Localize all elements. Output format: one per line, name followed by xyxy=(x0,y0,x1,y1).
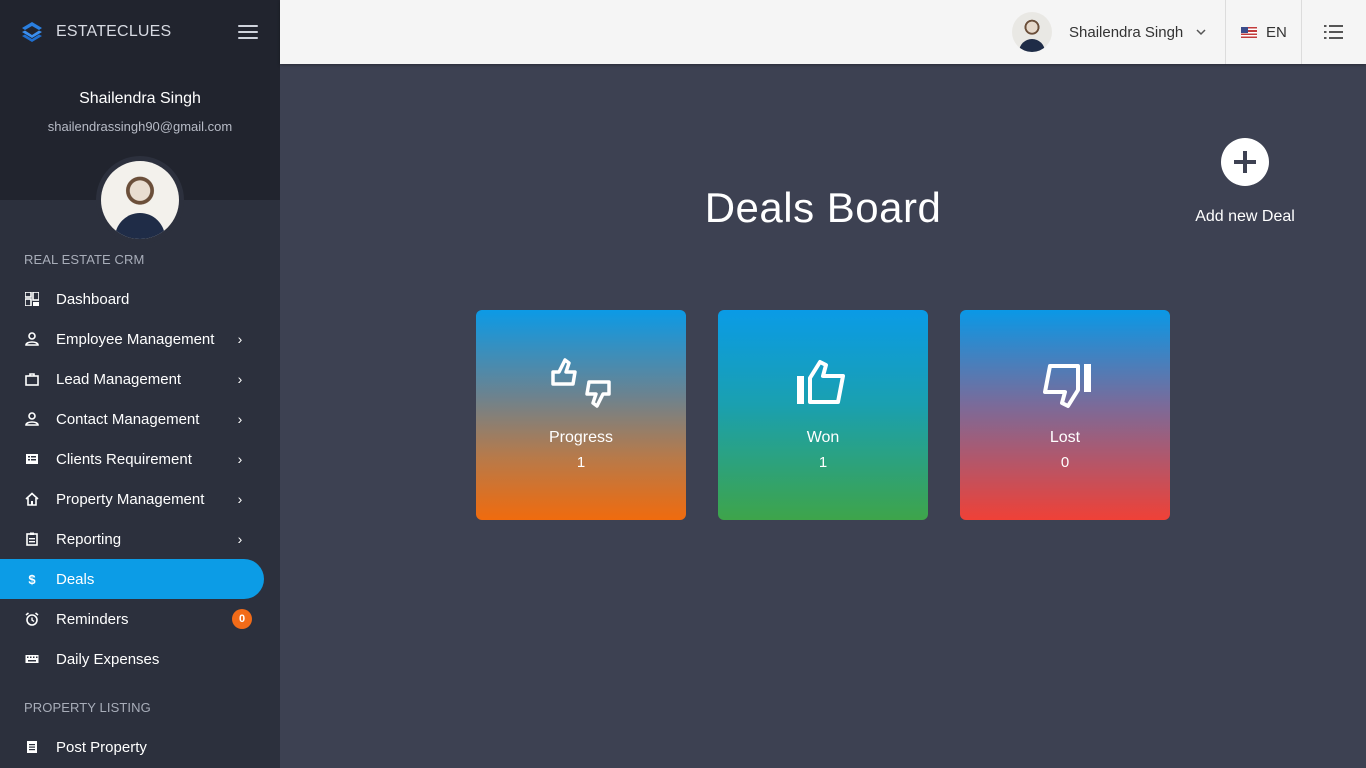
chevron-right-icon: › xyxy=(237,531,243,547)
card-label: Won xyxy=(806,429,840,446)
sidebar-avatar[interactable] xyxy=(96,156,184,244)
page-title: Deals Board xyxy=(704,184,942,231)
sidebar-user-name: Shailendra Singh xyxy=(79,90,201,107)
thumbs-down-icon xyxy=(1043,364,1091,408)
briefcase-icon xyxy=(24,371,40,387)
deal-card-won[interactable]: Won 1 xyxy=(718,310,928,520)
topbar-divider xyxy=(1225,0,1226,64)
add-new-deal-label: Add new Deal xyxy=(1195,208,1295,225)
person-icon xyxy=(24,411,40,427)
dashboard-icon xyxy=(24,291,40,307)
sidebar-item-label: Daily Expenses xyxy=(56,650,160,668)
sidebar-item-lead-management[interactable]: Lead Management › xyxy=(0,359,280,399)
reminders-count-badge: 0 xyxy=(232,609,252,629)
dollar-icon: $ xyxy=(28,571,36,587)
add-new-deal-button[interactable]: Add new Deal xyxy=(1180,138,1310,234)
person-icon xyxy=(24,331,40,347)
sidebar-item-contact-management[interactable]: Contact Management › xyxy=(0,399,280,439)
card-count: 0 xyxy=(1060,454,1070,471)
list-icon xyxy=(24,451,40,467)
sidebar-item-label: Deals xyxy=(56,570,95,588)
sidebar-item-label: Post Property xyxy=(56,738,147,756)
brand-logo-icon xyxy=(22,22,42,42)
plus-icon xyxy=(1221,138,1269,186)
thumbs-up-icon xyxy=(797,360,845,404)
us-flag-icon xyxy=(1241,26,1257,38)
sidebar-user-email: shailendrassingh90@gmail.com xyxy=(47,119,233,134)
sidebar-item-label: Reporting xyxy=(56,530,122,548)
chevron-right-icon: › xyxy=(237,371,243,387)
sidebar-item-dashboard[interactable]: Dashboard xyxy=(0,279,280,319)
section-label-crm: REAL ESTATE CRM xyxy=(24,252,145,267)
sidebar-item-employee-management[interactable]: Employee Management › xyxy=(0,319,280,359)
menu-toggle-icon[interactable] xyxy=(238,25,258,39)
card-label: Progress xyxy=(548,429,614,446)
clipboard-icon xyxy=(24,531,40,547)
card-count: 1 xyxy=(818,454,828,471)
card-count: 1 xyxy=(576,454,586,471)
list-menu-icon[interactable] xyxy=(1324,24,1343,40)
user-menu[interactable]: Shailendra Singh xyxy=(1012,12,1207,52)
sidebar-item-label: Employee Management xyxy=(56,330,215,348)
sidebar-item-property-management[interactable]: Property Management › xyxy=(0,479,280,519)
brand[interactable]: ESTATECLUES xyxy=(20,20,171,44)
sidebar-item-label: Property Management xyxy=(56,490,205,508)
language-label: EN xyxy=(1266,23,1287,41)
sidebar-item-label: Dashboard xyxy=(56,290,130,308)
chevron-down-icon xyxy=(1196,29,1206,36)
chevron-right-icon: › xyxy=(237,411,243,427)
topbar-divider xyxy=(1301,0,1302,64)
sidebar-item-daily-expenses[interactable]: Daily Expenses xyxy=(0,639,280,679)
sidebar-menu: Dashboard Employee Management › Lead Man… xyxy=(0,279,280,679)
chevron-right-icon: › xyxy=(237,451,243,467)
topbar: Shailendra Singh EN xyxy=(280,0,1366,64)
thumbs-up-down-icon xyxy=(551,358,611,408)
deal-card-progress[interactable]: Progress 1 xyxy=(476,310,686,520)
sidebar-item-label: Lead Management xyxy=(56,370,182,388)
chevron-right-icon: › xyxy=(237,331,243,347)
topbar-user-name: Shailendra Singh xyxy=(1069,23,1184,41)
sidebar-item-label: Reminders xyxy=(56,610,129,628)
deal-card-lost[interactable]: Lost 0 xyxy=(960,310,1170,520)
avatar-image xyxy=(101,161,179,239)
sidebar-item-reporting[interactable]: Reporting › xyxy=(0,519,280,559)
section-label-listing: PROPERTY LISTING xyxy=(24,700,151,715)
sidebar-item-clients-requirement[interactable]: Clients Requirement › xyxy=(0,439,280,479)
card-label: Lost xyxy=(1049,429,1081,446)
document-icon xyxy=(24,739,40,755)
language-selector[interactable]: EN xyxy=(1241,22,1287,42)
brand-name: ESTATECLUES xyxy=(56,23,172,40)
sidebar-item-deals[interactable]: $ Deals xyxy=(0,559,264,599)
sidebar-item-label: Contact Management xyxy=(56,410,200,428)
home-icon xyxy=(24,491,40,507)
alarm-icon xyxy=(24,611,40,627)
avatar xyxy=(1012,12,1052,52)
listing-menu: Post Property xyxy=(0,727,280,767)
sidebar-item-reminders[interactable]: Reminders 0 xyxy=(0,599,280,639)
sidebar-item-post-property[interactable]: Post Property xyxy=(0,727,280,767)
sidebar: ESTATECLUES Shailendra Singh shailendras… xyxy=(0,0,280,768)
keyboard-icon xyxy=(24,651,40,667)
chevron-right-icon: › xyxy=(237,491,243,507)
sidebar-item-label: Clients Requirement xyxy=(56,450,192,468)
